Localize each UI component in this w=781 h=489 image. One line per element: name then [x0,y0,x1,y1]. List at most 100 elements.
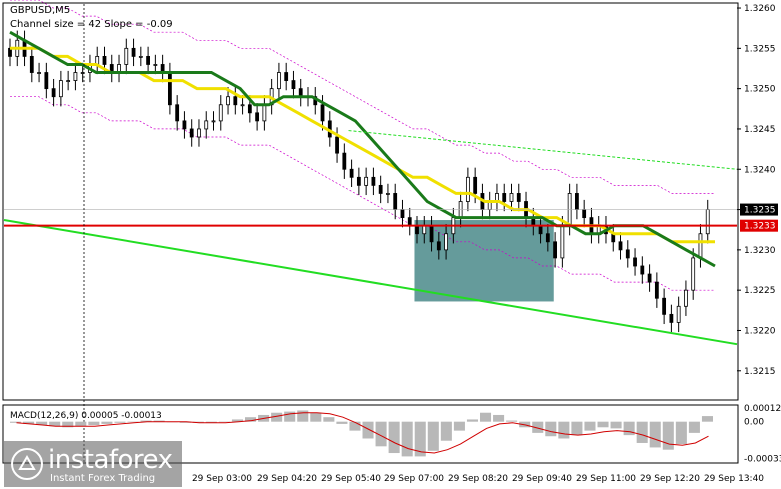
candle-body [284,72,289,81]
macd-hist-bar [336,421,348,424]
candle-body [691,257,696,291]
x-tick-label: 29 Sep 09:40 [512,474,572,484]
chart-title: GBPUSD,M5 [10,5,70,16]
candle-body [400,209,405,219]
current-price-flag-text: 1.3235 [744,206,776,216]
candle-body [29,55,34,73]
candle-body [502,193,507,202]
candle-body [124,47,129,65]
macd-hist-bar [584,421,596,431]
macd-hist-bar [349,421,361,431]
macd-hist-bar [466,419,478,422]
macd-hist-bar [623,421,635,436]
candle-body [422,225,427,235]
candle-body [633,257,637,267]
macd-hist-bar [388,421,400,454]
x-tick-label: 29 Sep 13:40 [704,474,764,484]
candle-body [509,193,514,202]
y-tick-label: 1.3245 [744,125,776,135]
candle-body [233,96,238,106]
y-tick-label: 1.3260 [744,4,776,14]
macd-hist-bar [493,414,505,422]
candle-body [356,176,361,186]
candle-body [516,193,521,202]
x-tick-label: 29 Sep 05:40 [321,474,381,484]
candle-body [705,209,710,235]
macd-hist-bar [310,412,322,422]
macd-hist-bar [649,421,661,448]
x-tick-label: 29 Sep 03:00 [192,474,252,484]
macd-hist-bar [75,421,87,427]
brand-logo: instaforex Instant Forex Trading [4,441,182,487]
macd-tick-label: 0.00 [744,418,764,428]
macd-hist-bar [440,421,452,441]
candle-body [698,233,703,259]
macd-hist-bar [323,417,335,422]
candle-body [371,176,376,186]
y-tick-label: 1.3215 [744,367,776,377]
candle-body [102,55,107,65]
candle-body [553,241,558,259]
candle-body [204,120,209,130]
y-tick-label: 1.3250 [744,85,776,95]
candle-body [676,305,681,323]
candle-body [262,104,267,122]
candle-body [640,265,645,275]
macd-hist-bar [297,410,309,422]
candle-body [146,55,150,65]
candle-body [226,96,230,106]
macd-hist-bar [701,416,713,422]
y-tick-label: 1.3225 [744,286,776,296]
level-price-flag-text: 1.3233 [744,222,776,232]
candle-body [320,104,325,122]
candle-body [277,72,281,90]
candle-body [37,72,41,74]
candle-body [291,80,296,90]
candle-body [393,193,398,210]
macd-hist-bar [506,420,518,422]
macd-hist-bar [427,421,439,451]
candle-body [73,72,78,81]
macd-hist-bar [636,421,648,443]
candle-body [575,193,579,210]
candle-body [669,313,674,323]
candle-body [436,241,441,251]
candle-body [138,55,143,58]
y-tick-label: 1.3240 [744,165,776,175]
macd-hist-bar [558,421,570,439]
x-tick-label: 29 Sep 04:20 [257,474,317,484]
candle-body [684,289,688,307]
candle-body [182,120,187,130]
macd-hist-bar [610,421,622,429]
macd-hist-bar [101,421,113,424]
macd-hist-bar [688,421,700,433]
x-tick-label: 29 Sep 07:00 [384,474,444,484]
candle-body [349,168,354,178]
candle-body [560,225,565,259]
candle-body [444,233,448,251]
macd-hist-bar [662,421,674,450]
macd-hist-bar [114,421,126,423]
candle-body [247,104,252,114]
brand-name: instaforex [48,445,173,475]
candle-body [167,72,172,106]
candle-body [131,47,136,57]
candle-body [473,176,478,194]
x-tick-label: 29 Sep 11:00 [576,474,636,484]
macd-hist-bar [545,421,557,437]
candle-body [218,104,223,122]
candle-body [342,152,347,170]
brand-tagline: Instant Forex Trading [50,473,156,484]
macd-hist-bar [453,421,465,431]
candle-body [66,80,71,82]
candle-body [538,225,543,235]
y-tick-label: 1.3230 [744,246,776,256]
candle-body [582,209,587,219]
candle-body [415,225,419,235]
candle-body [335,136,339,154]
macd-hist-bar [362,421,374,439]
candle-body [189,128,194,138]
x-tick-label: 29 Sep 12:20 [640,474,700,484]
candle-body [647,273,652,283]
candle-body [378,184,383,194]
